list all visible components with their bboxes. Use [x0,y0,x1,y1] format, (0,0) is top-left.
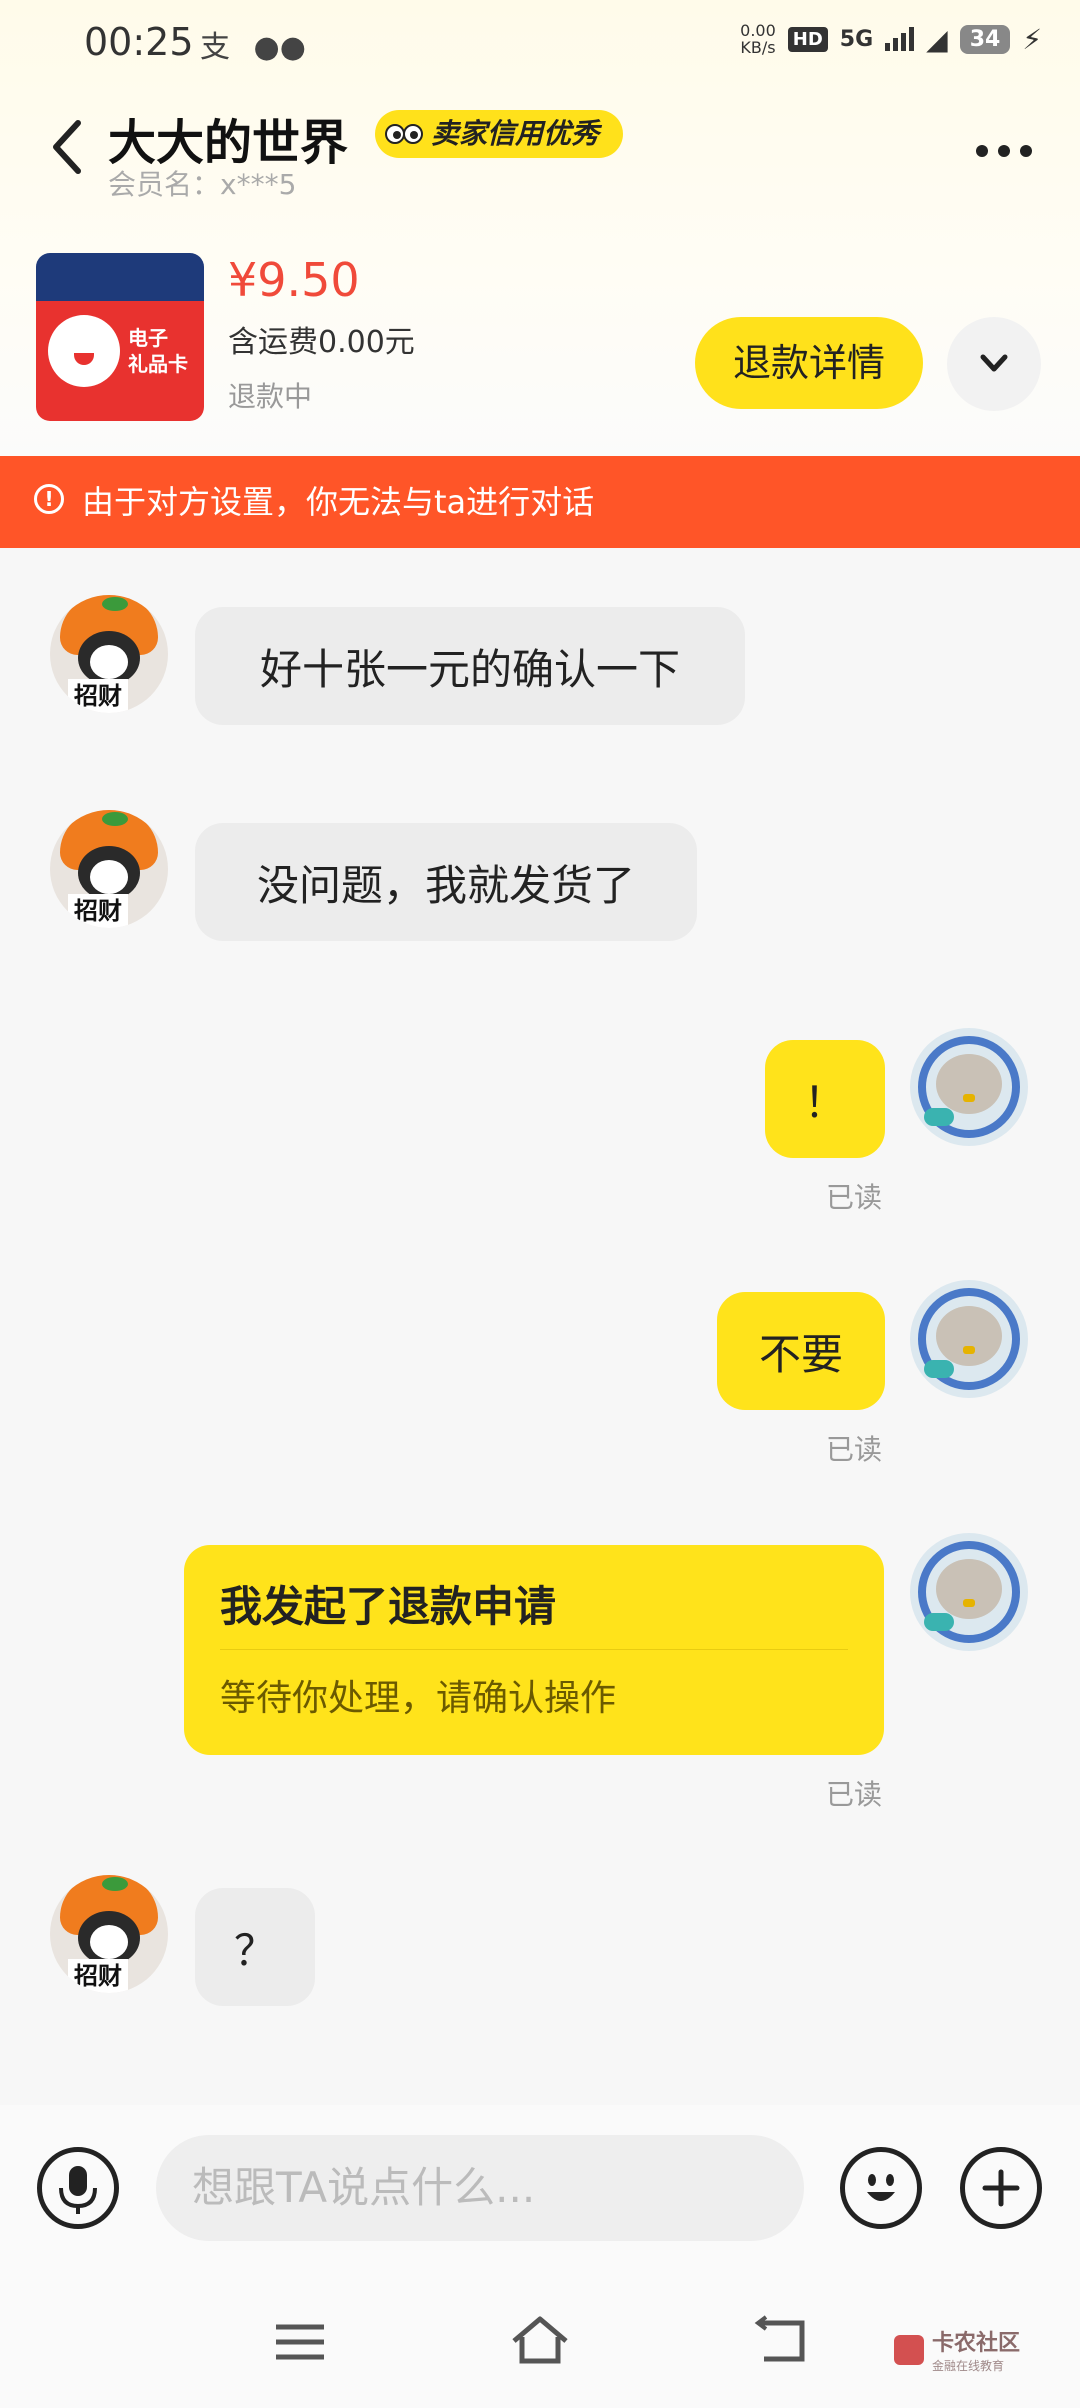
plus-icon [982,2169,1020,2207]
emoji-button[interactable] [840,2147,922,2229]
self-avatar[interactable] [910,1533,1028,1651]
net-speed: 0.00 KB/s [740,22,776,56]
kanong-logo-icon [893,2334,924,2365]
message-input[interactable]: 想跟TA说点什么... [156,2135,804,2241]
card-title: 我发起了退款申请 [220,1582,557,1631]
watermark: 卡农社区 金融在线教育 [893,2325,1020,2374]
message-bubble[interactable]: 不要 [717,1292,885,1410]
chevron-down-icon [980,354,1008,372]
product-card[interactable]: 电子 礼品卡 ¥9.50 含运费0.00元 退款中 退款详情 [0,245,1080,425]
charging-icon: ⚡ [1022,22,1042,56]
refund-details-button[interactable]: 退款详情 [695,317,923,409]
card-divider [220,1649,848,1650]
message-text: ？ [233,1925,276,1975]
avatar-sign: 招财 [68,1959,128,1993]
banner-text: 由于对方设置，你无法与ta进行对话 [82,483,595,521]
mascot-icon [48,315,120,387]
message-bubble[interactable]: 好十张一元的确认一下 [195,607,745,725]
net-speed-unit: KB/s [740,38,776,57]
signal-icon [885,27,915,51]
seller-credit-badge[interactable]: 卖家信用优秀 [375,110,624,158]
order-status: 退款中 [228,380,313,413]
notification-icons: 支 ●● [200,22,306,66]
message-text: ！ [803,1077,846,1127]
add-more-button[interactable] [960,2147,1042,2229]
voice-button[interactable] [37,2147,119,2229]
back-nav-icon[interactable] [752,2313,812,2367]
refund-request-card[interactable]: 我发起了退款申请 等待你处理，请确认操作 [184,1545,884,1755]
peer-avatar[interactable]: 招财 [50,810,168,928]
read-status: 已读 [826,1778,883,1811]
watermark-name: 卡农社区 [931,2331,1020,2356]
system-icons: 0.00 KB/s HD 5G ◢ 34 ⚡ [740,22,1042,56]
battery-level: 34 [959,24,1011,54]
message-text: 好十张一元的确认一下 [259,644,680,694]
wechat-icon: ●● [253,30,306,65]
alipay-icon: 支 [200,30,230,65]
menu-icon[interactable] [270,2317,330,2367]
status-bar: 00:25 支 ●● 0.00 KB/s HD 5G ◢ 34 ⚡ [0,0,1080,90]
message-text: 没问题，我就发货了 [256,860,635,910]
system-nav-bar: 卡农社区 金融在线教育 [0,2275,1080,2408]
status-time: 00:25 [84,20,194,64]
input-bar: 想跟TA说点什么... [0,2105,1080,2275]
member-name: 会员名：x***5 [108,168,297,201]
product-price: ¥9.50 [228,253,360,307]
chat-restriction-banner: ! 由于对方设置，你无法与ta进行对话 [0,456,1080,548]
eyes-icon [385,124,423,144]
product-thumbnail[interactable]: 电子 礼品卡 [36,253,204,421]
peer-avatar[interactable]: 招财 [50,595,168,713]
wifi-icon: ◢ [926,22,948,56]
net-speed-value: 0.00 [740,21,776,40]
badge-label: 卖家信用优秀 [431,117,600,150]
thumbnail-text: 电子 礼品卡 [128,326,188,376]
avatar-sign: 招财 [68,894,128,928]
more-options-icon[interactable] [976,145,1032,157]
freight-info: 含运费0.00元 [228,325,415,360]
message-bubble[interactable]: ！ [765,1040,885,1158]
expand-button[interactable] [947,317,1041,411]
thumbnail-header [36,253,204,301]
self-avatar[interactable] [910,1028,1028,1146]
message-text: 不要 [758,1329,843,1379]
network-type: 5G [839,26,874,52]
peer-avatar[interactable]: 招财 [50,1875,168,1993]
microphone-icon [59,2166,97,2214]
message-bubble[interactable]: ？ [195,1888,315,2006]
home-icon[interactable] [508,2313,572,2367]
self-avatar[interactable] [910,1280,1028,1398]
back-icon[interactable] [48,117,88,177]
read-status: 已读 [826,1181,883,1214]
watermark-tagline: 金融在线教育 [931,2359,1004,2373]
chat-header: 大大的世界 卖家信用优秀 会员名：x***5 [0,95,1080,205]
warning-icon: ! [34,484,64,514]
avatar-sign: 招财 [68,679,128,713]
read-status: 已读 [826,1433,883,1466]
smiley-icon [867,2174,895,2201]
message-bubble[interactable]: 没问题，我就发货了 [195,823,697,941]
hd-icon: HD [787,26,828,52]
card-subtitle: 等待你处理，请确认操作 [220,1678,617,1719]
